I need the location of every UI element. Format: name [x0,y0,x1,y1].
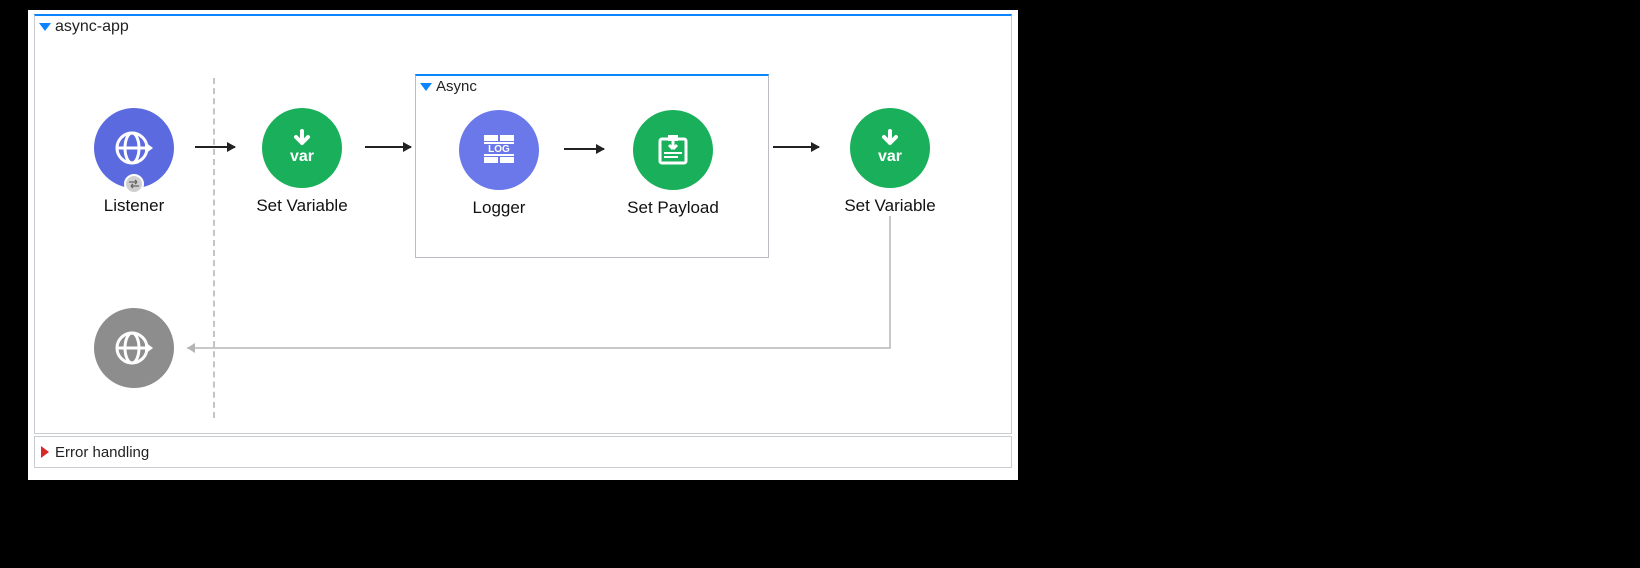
flow-editor-canvas: async-app Listener [28,10,1018,480]
return-arrow-icon [35,16,1013,436]
expand-error-icon[interactable] [41,446,49,458]
error-panel-title: Error handling [55,444,149,461]
flow-panel[interactable]: async-app Listener [34,14,1012,434]
error-handling-panel[interactable]: Error handling [34,436,1012,468]
